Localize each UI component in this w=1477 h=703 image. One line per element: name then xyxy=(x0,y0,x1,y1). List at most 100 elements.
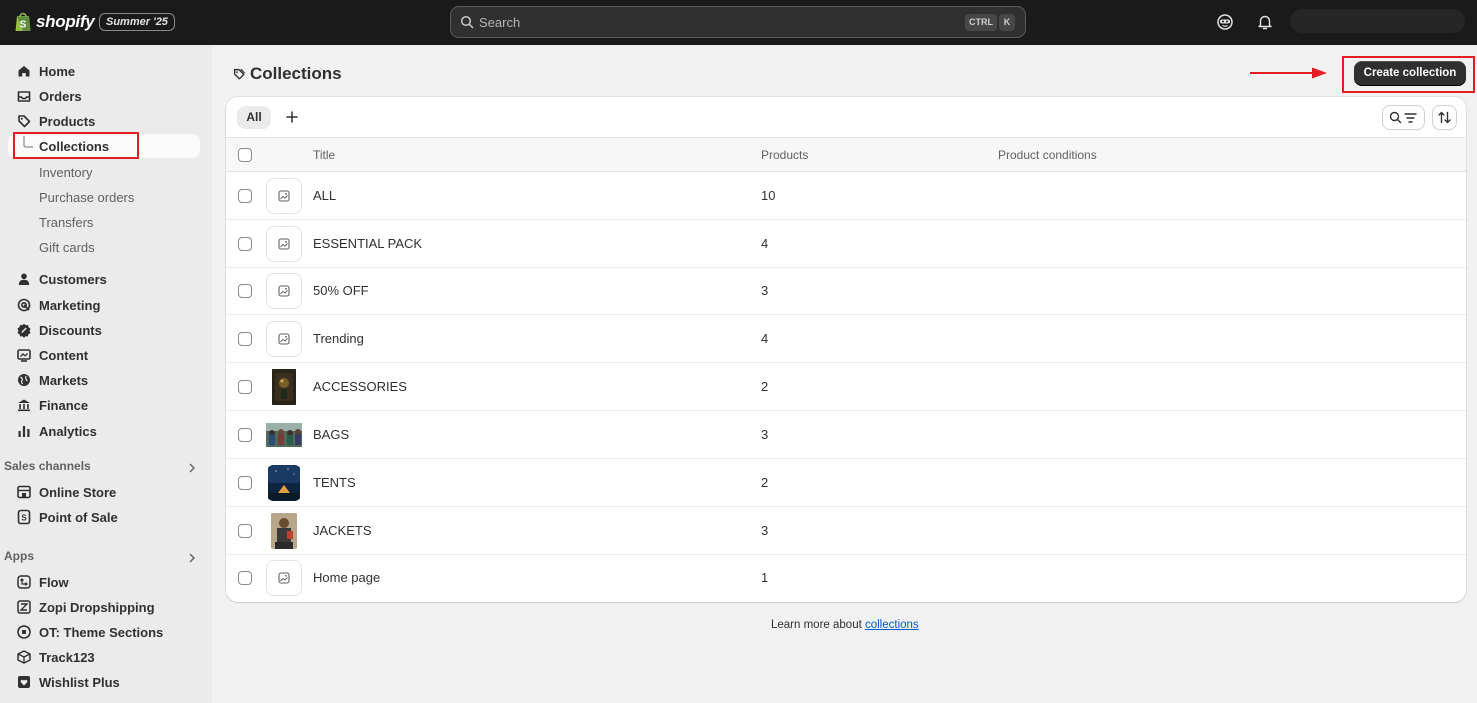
row-checkbox[interactable] xyxy=(238,476,252,490)
heart-icon xyxy=(18,676,30,688)
select-all-checkbox[interactable] xyxy=(238,148,252,162)
table-row[interactable]: ALL 10 xyxy=(226,172,1466,220)
content-icon xyxy=(17,349,31,362)
table-row[interactable]: JACKETS 3 xyxy=(226,507,1466,555)
bell-icon[interactable] xyxy=(1256,13,1274,31)
sidebar-item-inventory[interactable]: Inventory xyxy=(8,160,200,184)
collection-thumbnail xyxy=(266,369,302,405)
row-checkbox[interactable] xyxy=(238,189,252,203)
collection-tag-icon xyxy=(233,68,246,80)
chevron-right-icon[interactable] xyxy=(186,552,198,564)
sidebar-item-home[interactable]: Home xyxy=(8,59,200,83)
collection-title[interactable]: ACCESSORIES xyxy=(313,379,407,394)
sidebar-item-label: Marketing xyxy=(39,297,101,313)
sidebar-item-label: Purchase orders xyxy=(39,189,135,205)
sidebar-item-label: Markets xyxy=(39,372,89,388)
sidebar-item-label: Flow xyxy=(39,574,69,590)
chevron-right-icon[interactable] xyxy=(186,462,198,474)
collection-title[interactable]: BAGS xyxy=(313,427,349,442)
sort-icon xyxy=(1438,111,1451,124)
table-row[interactable]: ACCESSORIES 2 xyxy=(226,363,1466,411)
top-bar: S shopify Summer '25 Search CTRL K xyxy=(0,0,1477,45)
tab-all[interactable]: All xyxy=(237,106,271,129)
collection-title[interactable]: ESSENTIAL PACK xyxy=(313,236,422,251)
sidebar-item-products[interactable]: Products xyxy=(8,109,200,133)
row-checkbox[interactable] xyxy=(238,284,252,298)
sidebar-item-transfers[interactable]: Transfers xyxy=(8,210,200,234)
row-checkbox[interactable] xyxy=(238,571,252,585)
search-input[interactable]: Search CTRL K xyxy=(450,6,1026,38)
row-checkbox[interactable] xyxy=(238,332,252,346)
image-placeholder-icon xyxy=(266,178,302,214)
apps-heading[interactable]: Apps xyxy=(4,549,34,563)
product-count: 2 xyxy=(761,379,769,394)
target-icon xyxy=(17,298,31,312)
sidebar-item-analytics[interactable]: Analytics xyxy=(8,419,200,443)
edition-badge[interactable]: Summer '25 xyxy=(99,13,175,31)
add-view-icon[interactable] xyxy=(282,107,302,127)
sidebar-item-label: Home xyxy=(39,63,76,79)
sidebar-item-purchase-orders[interactable]: Purchase orders xyxy=(8,185,200,209)
sidebar-item-label: Analytics xyxy=(39,423,97,439)
column-header-products[interactable]: Products xyxy=(761,148,808,162)
sidekick-icon[interactable] xyxy=(1216,13,1234,31)
collection-title[interactable]: Home page xyxy=(313,570,380,585)
tag-icon xyxy=(18,115,31,128)
sidebar-item-label: Discounts xyxy=(39,322,102,338)
box-icon xyxy=(17,650,31,664)
image-placeholder-icon xyxy=(266,226,302,262)
collection-title[interactable]: TENTS xyxy=(313,475,356,490)
image-placeholder-icon xyxy=(266,321,302,357)
collection-title[interactable]: ALL xyxy=(313,188,336,203)
discount-icon xyxy=(17,323,31,338)
product-count: 3 xyxy=(761,523,769,538)
search-filter-icon xyxy=(1389,111,1417,124)
row-checkbox[interactable] xyxy=(238,237,252,251)
table-row[interactable]: ESSENTIAL PACK 4 xyxy=(226,220,1466,268)
sidebar-item-track123[interactable]: Track123 xyxy=(8,645,200,669)
search-filter-button[interactable] xyxy=(1382,105,1425,130)
table-row[interactable]: BAGS 3 xyxy=(226,411,1466,459)
shopify-bag-icon: S xyxy=(15,12,31,31)
sidebar-item-marketing[interactable]: Marketing xyxy=(8,293,200,317)
product-count: 2 xyxy=(761,475,769,490)
sidebar-item-finance[interactable]: Finance xyxy=(8,393,200,417)
table-row[interactable]: TENTS 2 xyxy=(226,459,1466,507)
collection-title[interactable]: Trending xyxy=(313,331,364,346)
row-checkbox[interactable] xyxy=(238,524,252,538)
sidebar-item-ot-theme-sections[interactable]: OT: Theme Sections xyxy=(8,620,200,644)
sidebar-item-content[interactable]: Content xyxy=(8,343,200,367)
sidebar-item-label: OT: Theme Sections xyxy=(39,624,164,640)
sidebar-item-flow[interactable]: Flow xyxy=(8,570,200,594)
sidebar-item-orders[interactable]: Orders xyxy=(8,84,200,108)
sidebar-item-gift-cards[interactable]: Gift cards xyxy=(8,235,200,259)
sidebar-item-zopi-dropshipping[interactable]: Zopi Dropshipping xyxy=(8,595,200,619)
sort-button[interactable] xyxy=(1432,105,1457,130)
sidebar-item-customers[interactable]: Customers xyxy=(8,267,200,291)
table-row[interactable]: Home page 1 xyxy=(226,554,1466,602)
column-header-title[interactable]: Title xyxy=(313,148,335,162)
store-icon xyxy=(17,485,31,499)
sales-channels-heading[interactable]: Sales channels xyxy=(4,459,91,473)
table-row[interactable]: Trending 4 xyxy=(226,315,1466,363)
sidebar-item-online-store[interactable]: Online Store xyxy=(8,480,200,504)
row-checkbox[interactable] xyxy=(238,428,252,442)
sidebar-item-label: Gift cards xyxy=(39,239,95,255)
table-header: Title Products Product conditions xyxy=(226,137,1466,172)
row-checkbox[interactable] xyxy=(238,380,252,394)
sidebar-item-markets[interactable]: Markets xyxy=(8,368,200,392)
product-count: 3 xyxy=(761,283,769,298)
collection-title[interactable]: 50% OFF xyxy=(313,283,369,298)
collection-title[interactable]: JACKETS xyxy=(313,523,372,538)
inbox-icon xyxy=(17,91,31,102)
product-count: 4 xyxy=(761,236,769,251)
shopify-logo[interactable]: S shopify xyxy=(14,11,95,32)
collections-help-link[interactable]: collections xyxy=(865,619,919,631)
store-account-menu[interactable] xyxy=(1290,9,1465,33)
sidebar-item-discounts[interactable]: Discounts xyxy=(8,318,200,342)
shortcut-ctrl-key: CTRL xyxy=(965,14,997,31)
sidebar-item-label: Inventory xyxy=(39,164,93,180)
sidebar-item-point-of-sale[interactable]: S Point of Sale xyxy=(8,505,200,529)
sidebar-item-wishlist-plus[interactable]: Wishlist Plus xyxy=(8,670,200,694)
table-row[interactable]: 50% OFF 3 xyxy=(226,267,1466,315)
